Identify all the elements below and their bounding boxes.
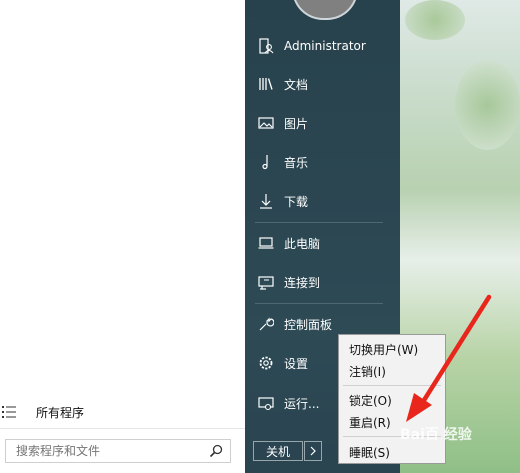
menu-item-label: 控制面板 — [284, 317, 333, 332]
shutdown-button[interactable]: 关机 — [253, 441, 303, 461]
separator — [255, 303, 383, 304]
list-icon — [2, 406, 16, 418]
search-input[interactable] — [14, 443, 208, 459]
run-icon — [258, 397, 274, 411]
menu-sign-out[interactable]: 注销(I) — [349, 363, 386, 380]
search-icon[interactable] — [208, 443, 224, 459]
menu-item-label: 图片 — [284, 116, 309, 131]
wallpaper-foliage — [405, 0, 465, 40]
menu-item-label: 设置 — [284, 356, 309, 371]
menu-item-music[interactable]: 音乐 — [245, 147, 400, 177]
shutdown-options-button[interactable] — [304, 441, 322, 461]
menu-item-downloads[interactable]: 下载 — [245, 186, 400, 216]
menu-item-label: 连接到 — [284, 275, 321, 290]
menu-item-label: 此电脑 — [284, 236, 321, 251]
user-icon — [259, 38, 274, 54]
chevron-right-icon — [310, 446, 316, 456]
menu-lock[interactable]: 锁定(O) — [349, 392, 392, 409]
gear-icon — [259, 356, 273, 370]
separator — [343, 385, 441, 386]
all-programs-button[interactable]: 所有程序 — [0, 400, 245, 424]
all-programs-label: 所有程序 — [36, 405, 85, 420]
menu-sleep[interactable]: 睡眠(S) — [349, 444, 390, 461]
picture-icon — [258, 117, 274, 129]
search-box[interactable] — [5, 439, 231, 463]
library-icon — [259, 78, 273, 90]
menu-item-pictures[interactable]: 图片 — [245, 108, 400, 138]
menu-restart[interactable]: 重启(R) — [349, 414, 391, 431]
menu-item-documents[interactable]: 文档 — [245, 69, 400, 99]
menu-item-connect[interactable]: 连接到 — [245, 267, 400, 297]
separator — [255, 222, 383, 223]
wallpaper-foliage — [455, 60, 520, 150]
menu-item-label: 运行... — [284, 396, 320, 411]
menu-item-label: 音乐 — [284, 155, 309, 170]
menu-item-this-pc[interactable]: 此电脑 — [245, 228, 400, 258]
menu-item-label: 文档 — [284, 77, 309, 92]
divider — [0, 428, 245, 429]
wrench-icon — [259, 317, 274, 331]
connect-icon — [258, 276, 274, 290]
menu-item-label: 下载 — [284, 194, 309, 209]
menu-switch-user[interactable]: 切换用户(W) — [349, 341, 418, 358]
shutdown-label: 关机 — [265, 444, 290, 459]
shutdown-context-menu: 切换用户(W) 注销(I) 锁定(O) 重启(R) 睡眠(S) — [338, 334, 446, 464]
computer-icon — [258, 237, 274, 249]
download-icon — [260, 194, 272, 209]
menu-item-label: Administrator — [284, 39, 366, 53]
watermark: Bai百 经验 — [400, 427, 472, 443]
music-note-icon — [262, 155, 268, 170]
menu-item-user[interactable]: Administrator — [245, 31, 400, 61]
